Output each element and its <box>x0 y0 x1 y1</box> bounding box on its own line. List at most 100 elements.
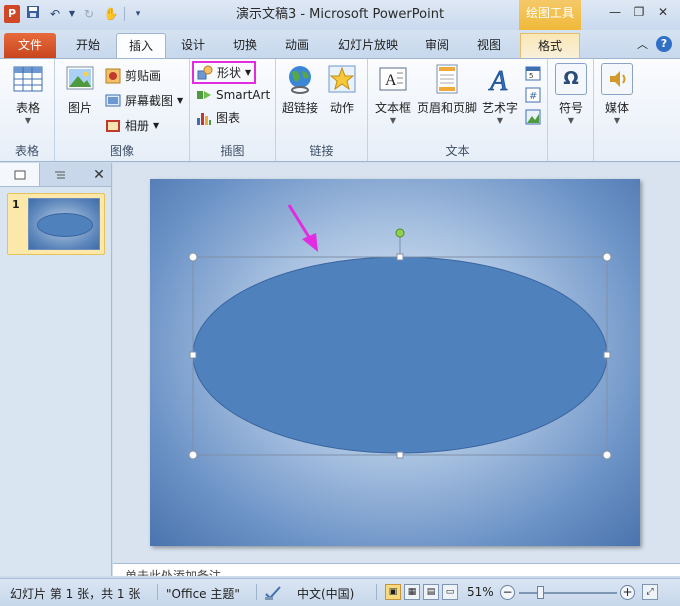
action-label: 动作 <box>329 101 354 115</box>
omega-symbol-icon: Ω <box>555 63 587 95</box>
tab-animations[interactable]: 动画 <box>274 33 320 58</box>
tab-insert[interactable]: 插入 <box>116 33 166 58</box>
status-divider <box>256 584 257 600</box>
tab-transitions[interactable]: 切换 <box>222 33 268 58</box>
resize-handle-e[interactable] <box>603 351 611 359</box>
picture-button[interactable]: 图片 <box>61 63 99 116</box>
zoom-in-icon[interactable]: + <box>620 585 635 600</box>
table-button[interactable]: 表格 ▼ <box>9 63 47 125</box>
slides-pane: ✕ 1 <box>0 163 112 576</box>
tab-home[interactable]: 开始 <box>64 33 112 58</box>
speaker-icon <box>601 63 633 95</box>
zoom-slider-track[interactable] <box>519 592 617 594</box>
fit-to-window-icon[interactable]: ⤢ <box>642 584 658 600</box>
photo-album-label: 相册 <box>125 119 150 133</box>
date-time-button[interactable]: 5 <box>525 65 541 81</box>
clipart-icon <box>105 68 121 84</box>
normal-view-icon[interactable]: ▣ <box>385 584 401 600</box>
chevron-down-icon: ▼ <box>153 121 160 130</box>
redo-icon[interactable]: ↻ <box>80 5 98 23</box>
hyperlink-globe-icon <box>284 63 316 95</box>
spellcheck-icon[interactable] <box>264 585 282 604</box>
clipart-button[interactable]: 剪贴画 <box>105 67 161 84</box>
tab-file[interactable]: 文件 <box>4 33 56 58</box>
touch-mode-icon[interactable]: ✋ <box>102 5 120 23</box>
photo-album-button[interactable]: 相册 ▼ <box>105 117 159 134</box>
date-time-icon: 5 <box>525 65 541 81</box>
table-button-label: 表格 <box>15 101 40 115</box>
wordart-button[interactable]: A 艺术字 ▼ <box>480 63 520 125</box>
slide-sorter-view-icon[interactable]: ▦ <box>404 584 420 600</box>
annotation-arrow-icon <box>287 204 318 252</box>
help-icon[interactable]: ? <box>656 36 672 52</box>
minimize-icon[interactable]: — <box>604 4 626 22</box>
tab-format[interactable]: 格式 <box>520 33 580 58</box>
resize-handle-ne[interactable] <box>602 252 612 262</box>
symbol-button[interactable]: Ω 符号 ▼ <box>552 63 590 125</box>
zoom-out-icon[interactable]: − <box>500 585 515 600</box>
svg-text:A: A <box>385 72 397 89</box>
picture-button-label: 图片 <box>67 101 92 115</box>
thumbnail-ellipse <box>37 213 93 237</box>
group-images: 图片 剪贴画 屏幕截图 ▼ 相册 ▼ 图像 <box>55 59 190 161</box>
language-status[interactable]: 中文(中国) <box>297 585 354 602</box>
header-footer-label: 页眉和页脚 <box>416 101 477 115</box>
slide-number-button[interactable]: # <box>525 87 541 103</box>
media-label: 媒体 <box>604 101 629 115</box>
zoom-slider-thumb[interactable] <box>537 586 545 599</box>
resize-handle-n[interactable] <box>396 253 404 261</box>
powerpoint-app-icon[interactable]: P <box>4 5 20 23</box>
tab-review[interactable]: 审阅 <box>414 33 460 58</box>
tab-view[interactable]: 视图 <box>466 33 512 58</box>
resize-handle-w[interactable] <box>189 351 197 359</box>
resize-handle-sw[interactable] <box>188 450 198 460</box>
notes-placeholder: 单击此处添加备注 <box>125 569 222 576</box>
close-icon[interactable]: ✕ <box>87 163 111 186</box>
chart-icon <box>196 110 212 126</box>
slideshow-view-icon[interactable]: ▭ <box>442 584 458 600</box>
rotation-handle[interactable] <box>395 228 405 238</box>
resize-handle-se[interactable] <box>602 450 612 460</box>
shapes-button[interactable]: 形状 ▼ <box>192 61 257 84</box>
group-label-images: 图像 <box>109 144 134 158</box>
textbox-label: 文本框 <box>374 101 411 115</box>
slide-canvas[interactable] <box>150 179 640 546</box>
smartart-button[interactable]: SmartArt <box>196 87 270 103</box>
close-icon[interactable]: ✕ <box>652 4 674 22</box>
restore-icon[interactable]: ❐ <box>628 4 650 22</box>
reading-view-icon[interactable]: ▤ <box>423 584 439 600</box>
notes-pane[interactable]: 单击此处添加备注 <box>113 563 680 576</box>
undo-dropdown-icon[interactable]: ▼ <box>68 5 76 23</box>
undo-icon[interactable]: ↶ <box>46 5 64 23</box>
outline-tab-icon[interactable] <box>40 163 80 186</box>
ellipse-shape[interactable] <box>192 256 608 454</box>
action-button[interactable]: 动作 <box>324 63 360 116</box>
object-button[interactable] <box>525 109 541 125</box>
textbox-button[interactable]: A 文本框 ▼ <box>372 63 414 125</box>
header-footer-button[interactable]: 页眉和页脚 <box>416 63 478 116</box>
zoom-level[interactable]: 51% <box>467 585 494 599</box>
hyperlink-button[interactable]: 超链接 <box>280 63 320 116</box>
resize-handle-s[interactable] <box>396 451 404 459</box>
wordart-icon: A <box>484 63 516 98</box>
resize-handle-nw[interactable] <box>188 252 198 262</box>
tab-design[interactable]: 设计 <box>170 33 216 58</box>
tab-slideshow[interactable]: 幻灯片放映 <box>328 33 408 58</box>
customize-qat-icon[interactable]: ▾ <box>129 5 147 23</box>
chart-button[interactable]: 图表 <box>196 109 240 126</box>
theme-status[interactable]: "Office 主题" <box>166 585 240 602</box>
chevron-down-icon: ▼ <box>613 116 621 125</box>
save-icon[interactable] <box>24 5 42 23</box>
group-symbols: Ω 符号 ▼ <box>548 59 594 161</box>
wordart-label: 艺术字 <box>481 101 518 115</box>
slide-thumbnail[interactable] <box>28 198 100 250</box>
hyperlink-label: 超链接 <box>281 101 318 115</box>
chart-label: 图表 <box>216 111 241 125</box>
chevron-down-icon: ▼ <box>567 116 575 125</box>
screenshot-button[interactable]: 屏幕截图 ▼ <box>105 92 183 109</box>
group-label-illustrations: 插图 <box>220 144 245 158</box>
slide-thumbnail-item[interactable]: 1 <box>7 193 105 255</box>
media-button[interactable]: 媒体 ▼ <box>598 63 636 125</box>
slides-tab-icon[interactable] <box>0 163 40 186</box>
collapse-ribbon-icon[interactable]: ︿ <box>637 36 648 52</box>
